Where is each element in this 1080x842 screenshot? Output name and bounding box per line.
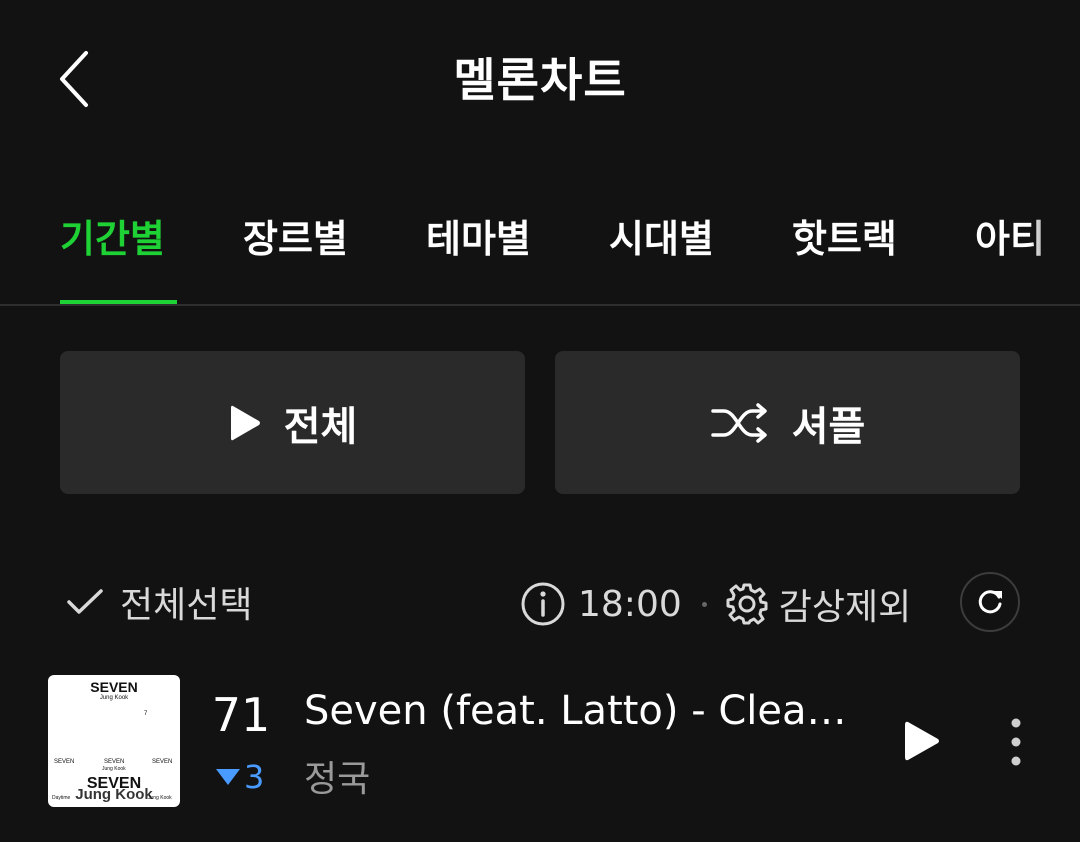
rank-change-value: 3 — [244, 758, 265, 796]
song-row[interactable]: SEVEN Jung Kook 7 SEVEN SEVEN Jung Kook … — [0, 660, 1080, 820]
more-vertical-icon — [1011, 718, 1021, 766]
album-art-bottom-right: Jung Kook — [148, 795, 172, 801]
chart-tabs: 기간별 장르별 테마별 시대별 핫트랙 아티 — [0, 190, 1080, 306]
album-art-title: SEVEN — [90, 679, 138, 695]
refresh-button[interactable] — [960, 572, 1020, 632]
album-art-number: 7 — [144, 711, 148, 717]
album-art-small-right: SEVEN — [152, 759, 173, 765]
chart-info-group: 18:00 감상제외 — [520, 578, 911, 630]
page-title: 멜론차트 — [453, 53, 627, 107]
gear-icon — [726, 583, 768, 625]
tab-era[interactable]: 시대별 — [609, 208, 714, 263]
active-tab-indicator — [60, 300, 177, 304]
exclude-listening-button[interactable]: 감상제외 — [725, 578, 911, 630]
chart-toolbar: 전체선택 18:00 감상제외 — [0, 560, 1080, 640]
song-rank: 71 — [211, 688, 271, 742]
select-all-label: 전체선택 — [120, 585, 253, 626]
separator-dot — [701, 601, 707, 607]
shuffle-icon — [710, 402, 767, 443]
album-art-small-center-sub: Jung Kook — [102, 766, 126, 772]
album-art-subtitle: Jung Kook — [99, 695, 129, 701]
info-icon[interactable] — [520, 581, 566, 627]
song-artist[interactable]: 정국 — [304, 750, 370, 802]
chart-time: 18:00 — [578, 583, 682, 625]
play-all-label: 전체 — [283, 403, 358, 450]
rank-change: 3 — [214, 758, 264, 796]
album-art-small-center: SEVEN — [104, 759, 125, 765]
tab-theme[interactable]: 테마별 — [426, 208, 531, 263]
album-art[interactable]: SEVEN Jung Kook 7 SEVEN SEVEN Jung Kook … — [48, 675, 180, 807]
album-art-bottom-left: Daytime — [52, 795, 71, 801]
tab-hot-track[interactable]: 핫트랙 — [792, 208, 897, 263]
play-all-button[interactable]: 전체 — [60, 351, 525, 494]
exclude-listening-label: 감상제외 — [778, 587, 912, 628]
shuffle-button[interactable]: 셔플 — [555, 351, 1020, 494]
header: 멜론차트 — [0, 0, 1080, 150]
tab-period[interactable]: 기간별 — [60, 208, 165, 263]
tab-genre[interactable]: 장르별 — [243, 208, 348, 263]
song-play-button[interactable] — [896, 715, 948, 767]
play-icon — [905, 721, 939, 761]
check-icon — [67, 589, 103, 614]
song-title[interactable]: Seven (feat. Latto) - Clean ... — [304, 688, 864, 734]
tabs-fade-overlay — [1030, 190, 1080, 300]
album-art-small-left: SEVEN — [54, 759, 75, 765]
select-all-button[interactable]: 전체선택 — [66, 576, 252, 628]
more-options-button[interactable] — [996, 712, 1036, 772]
refresh-icon — [978, 590, 1002, 614]
shuffle-label: 셔플 — [791, 403, 866, 450]
play-icon — [230, 405, 260, 440]
rank-down-icon — [216, 769, 240, 785]
